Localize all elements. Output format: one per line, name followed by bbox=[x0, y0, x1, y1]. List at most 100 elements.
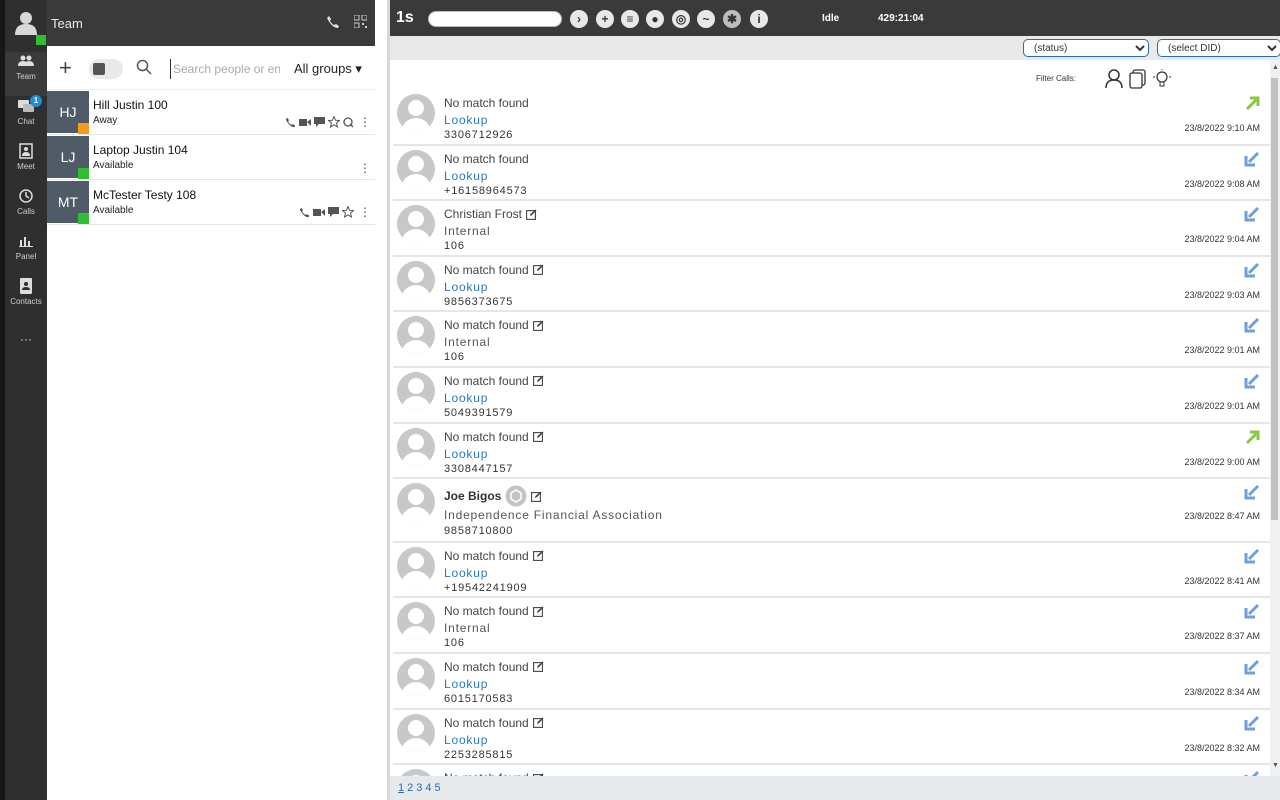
call-row[interactable]: No match found Internal 106 23/8/2022 9:01 … bbox=[393, 312, 1270, 368]
person-row[interactable]: MT McTester Testy 108 Available ⋮ bbox=[47, 180, 375, 225]
edit-icon[interactable] bbox=[532, 550, 544, 562]
add-icon[interactable]: + bbox=[59, 57, 72, 79]
edit-icon[interactable] bbox=[532, 264, 544, 276]
lookup-link[interactable]: Lookup bbox=[444, 447, 488, 461]
caller-number: 9856373675 bbox=[444, 295, 514, 308]
edit-icon[interactable] bbox=[532, 717, 544, 728]
my-avatar[interactable] bbox=[5, 0, 47, 46]
contacts-icon bbox=[20, 278, 32, 294]
call-row[interactable]: No match found bbox=[393, 765, 1270, 776]
lookup-link[interactable]: Lookup bbox=[444, 113, 488, 127]
star-icon[interactable] bbox=[328, 116, 340, 128]
edit-icon[interactable] bbox=[526, 209, 537, 220]
dial-input[interactable] bbox=[428, 11, 562, 27]
call-row[interactable]: No match found Lookup 9856373675 23/8/2022 … bbox=[393, 257, 1270, 313]
video-icon[interactable] bbox=[313, 208, 325, 217]
rail-item-calls[interactable]: Calls bbox=[5, 187, 47, 231]
qr-code-icon[interactable] bbox=[354, 15, 367, 28]
star-icon[interactable] bbox=[342, 206, 354, 218]
call-row[interactable]: No match found Lookup +19542241909 23/8/202… bbox=[393, 543, 1270, 599]
groups-dropdown[interactable]: All groups ▾ bbox=[294, 61, 362, 77]
edit-icon[interactable] bbox=[531, 491, 542, 502]
go-arrow-icon[interactable]: › bbox=[570, 10, 588, 28]
caller-name-row: No match found bbox=[444, 318, 544, 332]
caller-avatar bbox=[397, 657, 435, 696]
voicemail-icon[interactable]: ◎ bbox=[672, 10, 690, 28]
groups-label: All groups bbox=[294, 61, 352, 76]
info-icon[interactable]: i bbox=[750, 10, 768, 28]
video-icon[interactable] bbox=[299, 118, 311, 127]
call-row[interactable]: No match found Internal 106 23/8/2022 8:37 … bbox=[393, 598, 1270, 654]
more-options-icon[interactable]: ⋮ bbox=[359, 115, 371, 129]
rail-item-more[interactable]: ··· bbox=[5, 330, 47, 374]
rail-item-panel[interactable]: Panel bbox=[5, 232, 47, 276]
toggle-knob bbox=[93, 63, 105, 75]
more-options-icon[interactable]: ⋮ bbox=[359, 205, 371, 219]
caller-name: No match found bbox=[444, 715, 529, 730]
scroll-thumb[interactable] bbox=[1271, 78, 1278, 520]
call-row[interactable]: No match found Lookup 6015170583 23/8/2022 … bbox=[393, 654, 1270, 710]
settings-icon[interactable]: ✱ bbox=[723, 10, 741, 28]
status-select[interactable]: (status) bbox=[1023, 39, 1149, 57]
page-link[interactable]: 2 bbox=[407, 782, 413, 794]
phone-icon[interactable] bbox=[326, 15, 340, 29]
call-row[interactable]: No match found Lookup 3306712926 23/8/2022 … bbox=[393, 90, 1270, 146]
add-circle-icon[interactable]: + bbox=[596, 10, 614, 28]
page-link[interactable]: 1 bbox=[398, 782, 404, 794]
edit-icon[interactable] bbox=[532, 661, 544, 673]
caller-name: No match found bbox=[444, 96, 529, 110]
lookup-link[interactable]: Lookup bbox=[444, 169, 488, 183]
rail-label: Team bbox=[16, 72, 36, 81]
lookup-link[interactable]: Lookup bbox=[444, 677, 488, 691]
message-icon[interactable] bbox=[314, 117, 325, 127]
lookup-link[interactable]: Lookup bbox=[444, 391, 488, 405]
call-icon[interactable] bbox=[285, 117, 296, 128]
contact-icon[interactable]: ● bbox=[646, 10, 664, 28]
edit-icon[interactable] bbox=[532, 431, 544, 443]
state-timer: 429:21:04 bbox=[878, 13, 924, 24]
lookup-link[interactable]: Lookup bbox=[444, 280, 488, 294]
person-row[interactable]: HJ Hill Justin 100 Away ⋮ bbox=[47, 90, 375, 135]
rail-item-team[interactable]: Team bbox=[5, 52, 47, 96]
search-icon[interactable] bbox=[136, 59, 152, 75]
edit-icon[interactable] bbox=[532, 320, 544, 331]
lookup-link[interactable]: Lookup bbox=[444, 733, 488, 747]
caller-number: 5049391579 bbox=[444, 406, 514, 419]
page-link[interactable]: 3 bbox=[416, 782, 422, 794]
rail-label: Chat bbox=[17, 117, 35, 126]
call-row[interactable]: No match found Lookup +16158964573 23/8/202… bbox=[393, 146, 1270, 202]
call-icon[interactable] bbox=[299, 207, 310, 218]
call-timestamp: 23/8/2022 8:32 AM bbox=[1184, 742, 1260, 753]
team-panel: Team + All groups ▾ HJ Hill Justin 100 A… bbox=[47, 0, 375, 800]
filter-person-icon[interactable] bbox=[1105, 69, 1123, 89]
scrollbar[interactable]: ▲ ▼ bbox=[1270, 60, 1280, 776]
scroll-up-icon[interactable]: ▲ bbox=[1272, 64, 1279, 71]
activity-icon[interactable]: ~ bbox=[697, 10, 715, 28]
did-select[interactable]: (select DID) bbox=[1157, 39, 1280, 57]
page-link[interactable]: 4 bbox=[425, 782, 431, 794]
filter-contacts-icon[interactable] bbox=[1129, 69, 1147, 89]
call-row[interactable]: Joe Bigos Independence Financial Associat… bbox=[393, 479, 1270, 543]
rail-item-chat[interactable]: Chat 1 bbox=[5, 95, 47, 141]
person-row[interactable]: LJ Laptop Justin 104 Available ⋮ bbox=[47, 135, 375, 180]
call-row[interactable]: No match found Lookup 5049391579 23/8/2022 … bbox=[393, 368, 1270, 424]
incoming-call-arrow-icon bbox=[1244, 715, 1260, 731]
lookup-link[interactable]: Lookup bbox=[444, 566, 488, 580]
search-input[interactable] bbox=[170, 59, 280, 79]
filter-ideas-icon[interactable] bbox=[1153, 69, 1171, 89]
call-row[interactable]: Christian Frost Internal 106 23/8/2022 9:04… bbox=[393, 201, 1270, 257]
rail-item-contacts[interactable]: Contacts bbox=[5, 277, 47, 321]
message-icon[interactable] bbox=[328, 207, 339, 217]
rail-item-meet[interactable]: Meet bbox=[5, 142, 47, 186]
more-options-icon[interactable]: ⋮ bbox=[359, 161, 371, 175]
scroll-down-icon[interactable]: ▼ bbox=[1272, 762, 1279, 769]
edit-icon[interactable] bbox=[532, 606, 544, 617]
page-link[interactable]: 5 bbox=[435, 782, 441, 794]
queue-icon[interactable] bbox=[343, 116, 354, 128]
edit-icon[interactable] bbox=[532, 375, 544, 387]
call-row[interactable]: No match found Lookup 2253285815 23/8/2022 … bbox=[393, 710, 1270, 766]
contacts-toggle[interactable] bbox=[89, 59, 123, 79]
caller-number: 3306712926 bbox=[444, 129, 514, 141]
list-icon[interactable]: ≡ bbox=[621, 10, 639, 28]
call-row[interactable]: No match found Lookup 3308447157 23/8/2022 … bbox=[393, 424, 1270, 480]
